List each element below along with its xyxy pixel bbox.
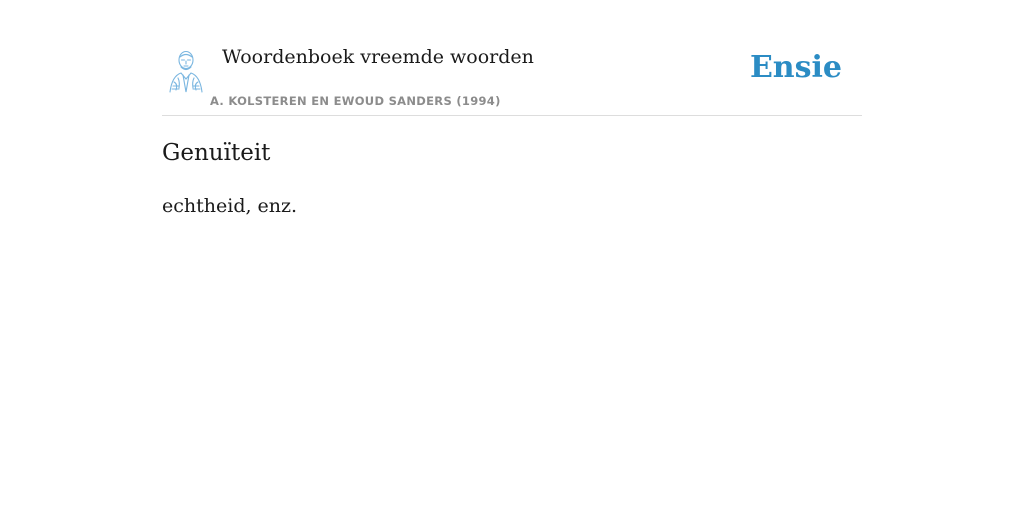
ensie-logo-link[interactable]: Ensie (750, 50, 842, 85)
entry-definition: echtheid, enz. (162, 195, 298, 217)
header: Woordenboek vreemde woorden A. KOLSTEREN… (162, 40, 862, 116)
authors-byline: A. KOLSTEREN EN EWOUD SANDERS (1994) (210, 94, 501, 108)
book-title-link[interactable]: Woordenboek vreemde woorden (222, 46, 534, 68)
author-portrait-icon (169, 50, 203, 93)
page: Woordenboek vreemde woorden A. KOLSTEREN… (0, 0, 1024, 512)
entry-term: Genuïteit (162, 140, 271, 166)
